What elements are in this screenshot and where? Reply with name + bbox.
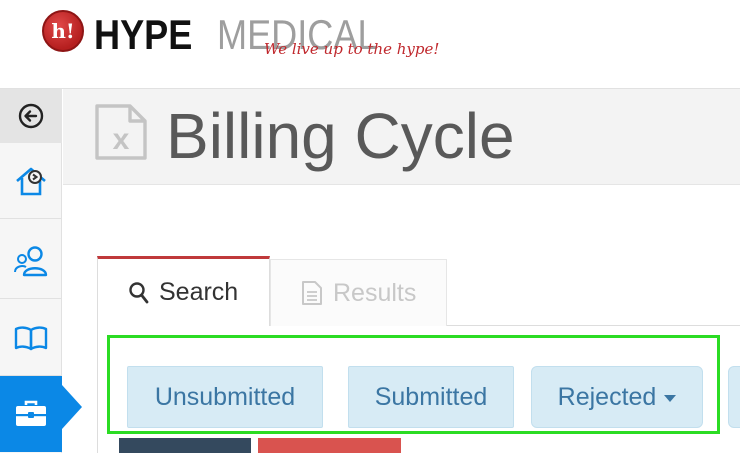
document-icon bbox=[302, 281, 322, 305]
brand-tagline: We live up to the hype! bbox=[264, 40, 440, 58]
sidebar-item-book[interactable] bbox=[0, 300, 62, 376]
brand-badge: h! bbox=[42, 10, 84, 52]
tab-results[interactable]: Results bbox=[270, 259, 447, 326]
sidebar-item-users[interactable] bbox=[0, 223, 62, 299]
caret-down-icon bbox=[664, 395, 677, 402]
users-icon bbox=[14, 245, 48, 276]
filter-unsubmitted-button[interactable]: Unsubmitted bbox=[127, 366, 323, 428]
sidebar-collapse-button[interactable] bbox=[0, 89, 62, 143]
active-item-pointer bbox=[62, 385, 82, 429]
filter-rejected-label: Rejected bbox=[557, 382, 657, 411]
brand-name-part-1: HYPE bbox=[94, 11, 193, 58]
home-icon bbox=[16, 167, 46, 195]
filter-rejected-dropdown[interactable]: Rejected bbox=[531, 366, 703, 428]
page-title: Billing Cycle bbox=[166, 100, 515, 172]
arrow-circle-left-icon bbox=[18, 103, 44, 129]
excel-file-icon: x bbox=[95, 104, 147, 160]
sidebar-item-billing[interactable] bbox=[0, 376, 62, 452]
book-icon bbox=[14, 325, 48, 350]
search-icon bbox=[129, 281, 149, 303]
briefcase-icon bbox=[16, 400, 46, 426]
tab-search-label: Search bbox=[159, 278, 239, 306]
filter-unsubmitted-label: Unsubmitted bbox=[154, 382, 296, 411]
svg-text:x: x bbox=[113, 123, 130, 156]
sidebar-item-home[interactable] bbox=[0, 143, 62, 219]
filter-more-button[interactable] bbox=[728, 366, 740, 428]
filter-submitted-button[interactable]: Submitted bbox=[348, 366, 514, 428]
action-button-dark[interactable] bbox=[119, 438, 251, 453]
sidebar bbox=[0, 89, 62, 453]
tab-search[interactable]: Search bbox=[97, 256, 270, 326]
filter-submitted-label: Submitted bbox=[374, 382, 488, 411]
tab-results-label: Results bbox=[333, 278, 417, 307]
action-button-red[interactable] bbox=[258, 438, 401, 453]
